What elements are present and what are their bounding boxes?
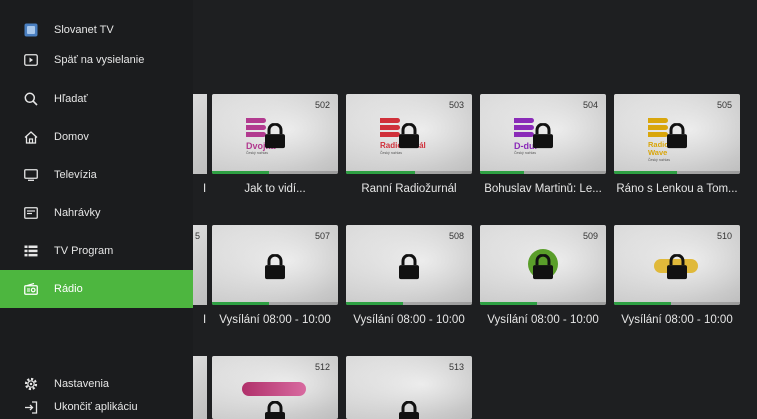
channel-tile-509[interactable]: 509 xyxy=(480,225,606,305)
channel-caption: Jak to vidí... xyxy=(244,183,306,195)
tv-program-icon xyxy=(23,243,39,259)
channel-caption: Bohuslav Martinů: Le... xyxy=(484,183,602,195)
sidebar-item-television[interactable]: Televízia xyxy=(0,156,193,194)
channel-number: 507 xyxy=(314,231,330,241)
progress-bar xyxy=(480,302,537,305)
lock-icon xyxy=(399,123,419,149)
channel-tile-504[interactable]: D-dur Český rozhlas 504 xyxy=(480,94,606,174)
partial-tile[interactable] xyxy=(193,356,207,419)
sidebar-item-label: TV Program xyxy=(54,245,114,257)
channel-caption: Vysílání 08:00 - 10:00 xyxy=(487,314,599,326)
sidebar-item-back-to-live[interactable]: Späť na vysielanie xyxy=(0,48,193,72)
partial-tile[interactable] xyxy=(193,94,207,174)
channel-number: 503 xyxy=(448,100,464,110)
progress-bar xyxy=(480,171,525,174)
home-icon xyxy=(23,129,39,145)
progress-bar xyxy=(346,302,403,305)
channel-number: 508 xyxy=(448,231,464,241)
lock-icon xyxy=(265,254,285,280)
sidebar-item-settings[interactable]: Nastavenia xyxy=(0,372,193,396)
sidebar-item-label: Hľadať xyxy=(54,93,88,105)
sidebar-header-brand: Slovanet TV xyxy=(0,18,193,42)
recordings-icon xyxy=(23,205,39,221)
brand-label: Slovanet TV xyxy=(54,24,114,36)
channel-tile-503[interactable]: Radiožurnál Český rozhlas 503 xyxy=(346,94,472,174)
gear-icon xyxy=(23,376,39,392)
tv-icon xyxy=(23,167,39,183)
sidebar-item-label: Nastavenia xyxy=(54,378,110,390)
slovanet-logo-icon xyxy=(23,22,39,38)
channel-number: 504 xyxy=(582,100,598,110)
sidebar-item-radio[interactable]: Rádio xyxy=(0,270,193,308)
sidebar-item-label: Ukončiť aplikáciu xyxy=(54,401,138,413)
sidebar-item-label: Rádio xyxy=(54,283,83,295)
channel-caption: Vysílání 08:00 - 10:00 xyxy=(219,314,331,326)
lock-icon xyxy=(667,123,687,149)
sidebar-menu: Slovanet TV Späť na vysielanie Hľadať Do… xyxy=(0,0,193,419)
progress-bar xyxy=(346,171,416,174)
channel-caption: Vysílání 08:00 - 10:00 xyxy=(353,314,465,326)
channel-caption: Ráno s Lenkou a Tom... xyxy=(616,183,738,195)
lock-icon xyxy=(399,254,419,280)
sidebar-item-tv-program[interactable]: TV Program xyxy=(0,232,193,270)
sidebar-item-label: Domov xyxy=(54,131,89,143)
channel-number: 513 xyxy=(448,362,464,372)
sidebar-item-label: Nahrávky xyxy=(54,207,101,219)
radio-icon xyxy=(23,281,39,297)
progress-bar xyxy=(614,302,671,305)
channel-tile-507[interactable]: 507 xyxy=(212,225,338,305)
progress-bar xyxy=(212,171,269,174)
partial-channel-number: 5 xyxy=(195,231,201,241)
channel-logo xyxy=(242,382,306,396)
lock-icon xyxy=(533,123,553,149)
channel-number: 505 xyxy=(716,100,732,110)
channel-caption: Vysílání 08:00 - 10:00 xyxy=(621,314,733,326)
channel-tile-502[interactable]: Dvojka Český rozhlas 502 xyxy=(212,94,338,174)
sidebar-item-exit[interactable]: Ukončiť aplikáciu xyxy=(0,396,193,418)
channel-number: 509 xyxy=(582,231,598,241)
channel-tile-512[interactable]: 512 xyxy=(212,356,338,419)
channel-tile-508[interactable]: 508 xyxy=(346,225,472,305)
progress-bar xyxy=(614,171,677,174)
progress-bar xyxy=(212,302,269,305)
channel-tile-510[interactable]: 510 xyxy=(614,225,740,305)
lock-icon xyxy=(265,401,285,419)
lock-icon xyxy=(399,401,419,419)
sidebar-item-recordings[interactable]: Nahrávky xyxy=(0,194,193,232)
sidebar-item-label: Späť na vysielanie xyxy=(54,54,145,66)
channel-tile-505[interactable]: Radio Wave Český rozhlas 505 xyxy=(614,94,740,174)
sidebar-item-home[interactable]: Domov xyxy=(0,118,193,156)
channel-number: 510 xyxy=(716,231,732,241)
lock-icon xyxy=(265,123,285,149)
exit-icon xyxy=(23,399,39,415)
channel-number: 502 xyxy=(314,100,330,110)
channel-caption: Ranní Radiožurnál xyxy=(361,183,457,195)
sidebar-item-search[interactable]: Hľadať xyxy=(0,80,193,118)
sidebar-item-label: Televízia xyxy=(54,169,97,181)
channel-tile-513[interactable]: 513 xyxy=(346,356,472,419)
play-back-icon xyxy=(23,52,39,68)
search-icon xyxy=(23,91,39,107)
lock-icon xyxy=(667,254,687,280)
channel-number: 512 xyxy=(314,362,330,372)
lock-icon xyxy=(533,254,553,280)
